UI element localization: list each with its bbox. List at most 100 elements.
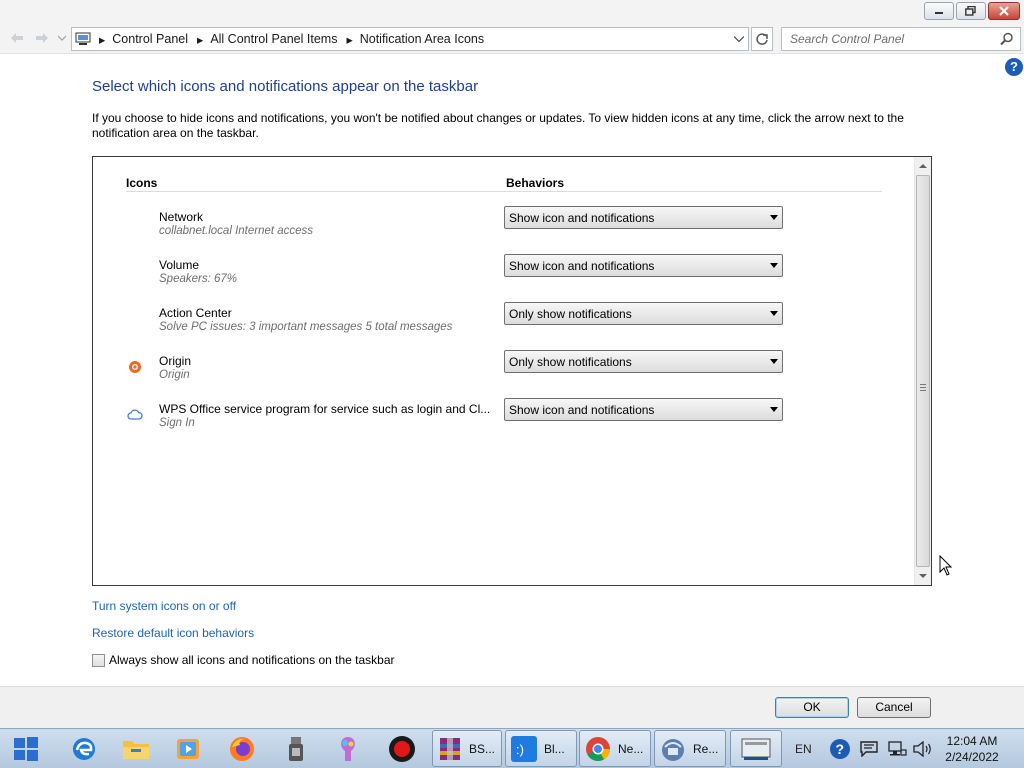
edge-icon[interactable] bbox=[68, 733, 100, 765]
taskbar-item-remote[interactable]: Re... bbox=[654, 730, 726, 767]
item-description: Solve PC issues: 3 important messages 5 … bbox=[159, 321, 453, 333]
item-name: Origin bbox=[159, 354, 192, 368]
record-icon[interactable] bbox=[386, 733, 418, 765]
back-button[interactable] bbox=[8, 30, 26, 46]
address-dropdown-button[interactable] bbox=[732, 32, 746, 46]
refresh-icon bbox=[756, 33, 768, 45]
refresh-button[interactable] bbox=[751, 27, 773, 51]
always-show-all-option[interactable]: Always show all icons and notifications … bbox=[92, 653, 395, 667]
turn-system-icons-link[interactable]: Turn system icons on or off bbox=[92, 599, 236, 613]
chevron-down-icon bbox=[58, 35, 66, 41]
volume-icon[interactable] bbox=[910, 733, 936, 765]
behavior-select[interactable]: Show icon and notifications bbox=[504, 398, 783, 421]
breadcrumb-notification-area-icons[interactable]: Notification Area Icons bbox=[360, 32, 484, 46]
usb-device-icon[interactable] bbox=[280, 733, 312, 765]
remote-desktop-icon bbox=[662, 738, 684, 761]
action-center-icon[interactable] bbox=[856, 733, 882, 765]
taskbar-item-chrome[interactable]: Ne... bbox=[579, 730, 651, 767]
restore-icon bbox=[965, 6, 976, 16]
taskbar-item-bluetooth[interactable]: :) Bl... bbox=[505, 730, 577, 767]
close-icon bbox=[999, 6, 1009, 16]
icons-behaviors-list: Icons Behaviors Network collabnet.local … bbox=[92, 156, 932, 586]
item-name: Action Center bbox=[159, 306, 232, 320]
back-arrow-icon bbox=[11, 33, 23, 43]
forward-arrow-icon bbox=[36, 33, 48, 43]
behavior-select[interactable]: Show icon and notifications bbox=[504, 254, 783, 277]
breadcrumb-separator-icon: ▸ bbox=[346, 32, 353, 47]
paint-icon[interactable] bbox=[332, 733, 364, 765]
item-description: Sign In bbox=[159, 417, 195, 429]
minimize-button[interactable] bbox=[924, 2, 954, 20]
system-clock[interactable]: 12:04 AM 2/24/2022 bbox=[940, 733, 1004, 765]
bluetooth-app-icon: :) bbox=[511, 735, 537, 762]
file-explorer-icon[interactable] bbox=[120, 733, 152, 765]
navigation-bar: ▸ Control Panel ▸ All Control Panel Item… bbox=[0, 24, 1024, 54]
grip-icon bbox=[920, 384, 926, 391]
behavior-value: Show icon and notifications bbox=[509, 210, 655, 225]
scrollbar-thumb[interactable] bbox=[916, 175, 930, 567]
scroll-up-button[interactable] bbox=[915, 157, 931, 174]
help-button[interactable]: ? bbox=[1005, 58, 1023, 76]
svg-text:?: ? bbox=[836, 741, 845, 757]
window-controls bbox=[924, 2, 1020, 20]
behavior-select[interactable]: Show icon and notifications bbox=[504, 206, 783, 229]
taskbar-item-winrar[interactable]: BS... bbox=[432, 730, 502, 767]
behavior-value: Only show notifications bbox=[509, 306, 632, 321]
dropdown-arrow-icon bbox=[770, 215, 778, 220]
taskbar-item-console[interactable] bbox=[730, 730, 782, 767]
search-input[interactable] bbox=[790, 32, 990, 46]
close-button[interactable] bbox=[988, 2, 1020, 20]
minimize-icon bbox=[935, 12, 943, 14]
behavior-select[interactable]: Only show notifications bbox=[504, 302, 783, 325]
taskbar-item-label: Ne... bbox=[618, 741, 644, 756]
address-bar[interactable]: ▸ Control Panel ▸ All Control Panel Item… bbox=[71, 27, 749, 51]
clock-time: 12:04 AM bbox=[946, 734, 998, 748]
svg-text::): :) bbox=[516, 742, 524, 757]
help-tray-icon[interactable]: ? bbox=[826, 733, 854, 765]
item-name: Volume bbox=[159, 258, 200, 272]
taskbar: BS... :) Bl... Ne... Re... EN ? 12:04 AM… bbox=[0, 728, 1024, 768]
breadcrumb-separator-icon: ▸ bbox=[99, 32, 106, 47]
item-description: Origin bbox=[159, 369, 190, 381]
ok-button[interactable]: OK bbox=[775, 697, 849, 718]
vertical-scrollbar[interactable] bbox=[914, 157, 931, 585]
behavior-value: Show icon and notifications bbox=[509, 258, 655, 273]
clock-date: 2/24/2022 bbox=[945, 750, 999, 764]
breadcrumb-control-panel[interactable]: Control Panel bbox=[112, 32, 188, 46]
list-item: WPS Office service program for service s… bbox=[126, 398, 886, 446]
chevron-down-icon bbox=[919, 574, 927, 578]
header-divider bbox=[126, 191, 882, 192]
behavior-value: Only show notifications bbox=[509, 354, 632, 369]
restore-defaults-link[interactable]: Restore default icon behaviors bbox=[92, 626, 254, 640]
breadcrumb: ▸ Control Panel ▸ All Control Panel Item… bbox=[94, 32, 484, 47]
search-box[interactable] bbox=[781, 27, 1021, 51]
network-icon[interactable] bbox=[884, 733, 910, 765]
column-header-icons: Icons bbox=[126, 176, 158, 190]
page-title: Select which icons and notifications app… bbox=[92, 78, 479, 95]
behavior-value: Show icon and notifications bbox=[509, 402, 655, 417]
list-item: Action Center Solve PC issues: 3 importa… bbox=[126, 302, 886, 350]
search-icon[interactable] bbox=[1000, 32, 1014, 49]
breadcrumb-all-items[interactable]: All Control Panel Items bbox=[210, 32, 337, 46]
page-description: If you choose to hide icons and notifica… bbox=[92, 111, 904, 140]
dropdown-arrow-icon bbox=[770, 407, 778, 412]
chrome-icon bbox=[586, 736, 610, 761]
maximize-button[interactable] bbox=[956, 2, 986, 20]
computer-icon bbox=[72, 28, 94, 50]
origin-icon bbox=[126, 358, 144, 376]
forward-button[interactable] bbox=[33, 30, 51, 46]
item-name: Network bbox=[159, 210, 204, 224]
language-indicator[interactable]: EN bbox=[795, 729, 812, 768]
media-player-icon[interactable] bbox=[172, 733, 204, 765]
taskbar-item-label: Re... bbox=[693, 741, 719, 756]
always-show-all-checkbox[interactable] bbox=[92, 653, 105, 667]
firefox-icon[interactable] bbox=[226, 733, 258, 765]
windows-start-icon[interactable] bbox=[10, 733, 42, 765]
recent-pages-button[interactable] bbox=[56, 30, 68, 46]
behavior-select[interactable]: Only show notifications bbox=[504, 350, 783, 373]
scroll-down-button[interactable] bbox=[915, 568, 931, 585]
item-description: collabnet.local Internet access bbox=[159, 225, 314, 237]
winrar-icon bbox=[440, 737, 460, 760]
breadcrumb-separator-icon: ▸ bbox=[197, 32, 204, 47]
cancel-button[interactable]: Cancel bbox=[857, 697, 931, 718]
